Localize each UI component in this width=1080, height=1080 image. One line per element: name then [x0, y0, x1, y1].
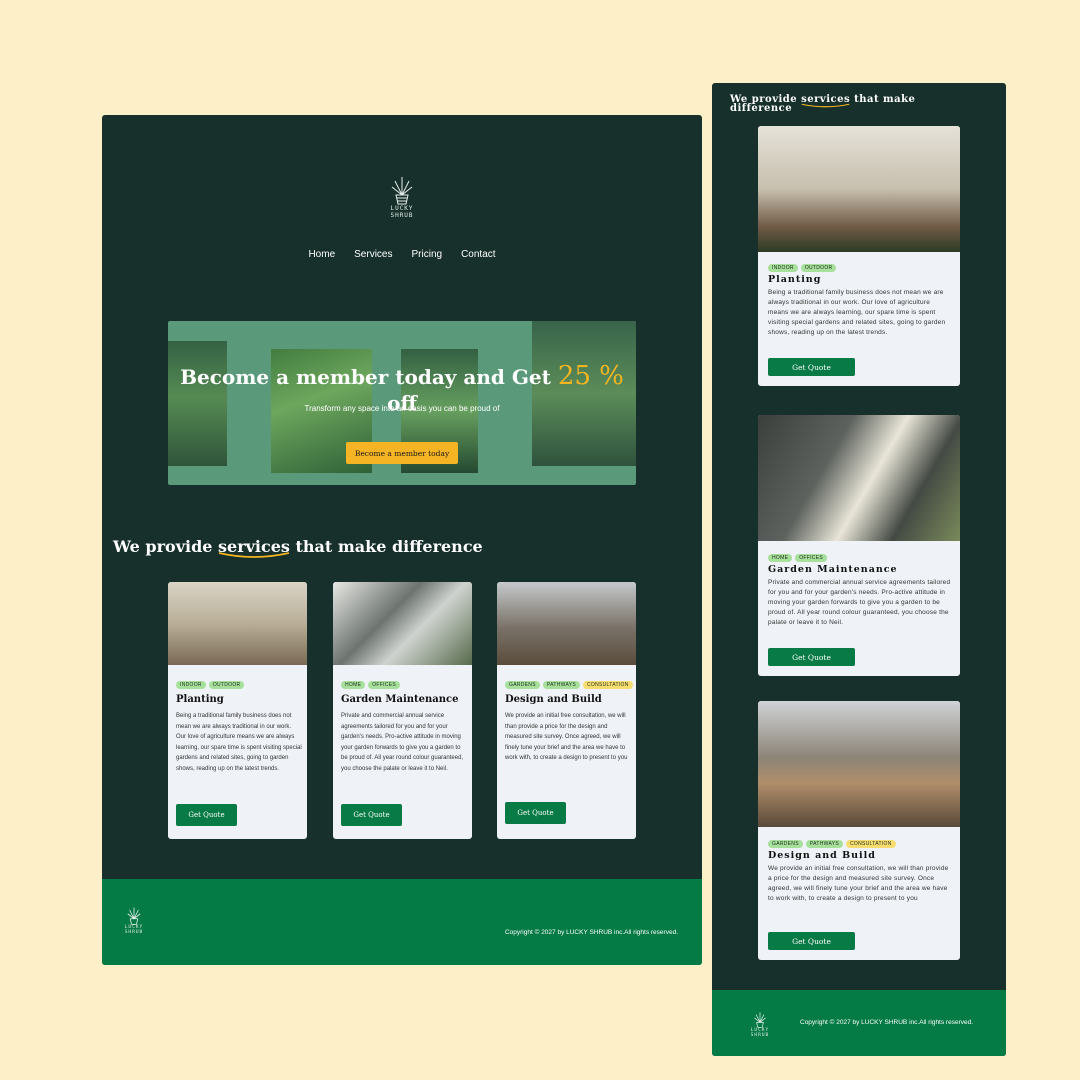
card-tags: GARDENS PATHWAYS CONSULTATION	[505, 681, 633, 689]
shrub-icon	[754, 1012, 766, 1028]
service-card-design-build: GARDENS PATHWAYS CONSULTATION Design and…	[497, 582, 636, 839]
tag: HOME	[341, 681, 366, 689]
brand-name-line1: LUCKY	[390, 205, 414, 212]
services-heading: We provide services that make difference	[730, 94, 916, 114]
greenhouse-photo	[497, 582, 636, 665]
brand-name-line2: SHRUB	[390, 212, 414, 219]
card-title: Planting	[176, 694, 224, 705]
services-heading: We provide services that make difference	[113, 537, 483, 558]
get-quote-button[interactable]: Get Quote	[176, 804, 237, 826]
planting-photo	[758, 126, 960, 252]
get-quote-button[interactable]: Get Quote	[768, 932, 855, 950]
garden-tools-photo	[333, 582, 472, 665]
tag: GARDENS	[505, 681, 540, 689]
card-title: Garden Maintenance	[768, 564, 898, 575]
copyright: Copyright © 2027 by LUCKY SHRUB inc.All …	[504, 929, 678, 936]
hero-subtitle: Transform any space into an oasis you ca…	[304, 404, 500, 413]
card-description: Being a traditional family business does…	[768, 289, 946, 337]
get-quote-button[interactable]: Get Quote	[505, 802, 566, 824]
footer-logo[interactable]: LUCKY SHRUB	[748, 1010, 772, 1038]
tag: OUTDOOR	[208, 681, 245, 689]
get-quote-button[interactable]: Get Quote	[341, 804, 402, 826]
card-tags: HOME OFFICES	[341, 681, 400, 689]
mobile-preview: We provide services that make difference…	[712, 83, 1006, 1056]
brand-logo[interactable]: LUCKY SHRUB	[386, 173, 418, 219]
shrub-icon	[391, 177, 413, 205]
garden-tools-photo	[758, 415, 960, 541]
card-tags: GARDENS PATHWAYS CONSULTATION	[768, 840, 896, 848]
underline-swoosh	[801, 103, 850, 108]
nav-services[interactable]: Services	[354, 249, 392, 260]
tag: INDOOR	[176, 681, 206, 689]
discount-percent: 25 %	[557, 361, 624, 391]
footer-logo[interactable]: LUCKY SHRUB	[122, 905, 146, 935]
card-description: Being a traditional family business does…	[176, 713, 302, 772]
card-description: We provide an initial free consultation,…	[768, 865, 949, 903]
tag: OUTDOOR	[800, 264, 837, 272]
tag: INDOOR	[768, 264, 798, 272]
tag: CONSULTATION	[846, 840, 896, 848]
nav-home[interactable]: Home	[308, 249, 335, 260]
tag: HOME	[768, 554, 793, 562]
service-card-garden-maintenance: HOME OFFICES Garden Maintenance Private …	[758, 415, 960, 676]
card-tags: INDOOR OUTDOOR	[768, 264, 837, 272]
get-quote-button[interactable]: Get Quote	[768, 648, 855, 666]
card-description: Private and commercial annual service ag…	[341, 713, 464, 772]
card-tags: HOME OFFICES	[768, 554, 827, 562]
tag: PATHWAYS	[805, 840, 843, 848]
service-card-planting: INDOOR OUTDOOR Planting Being a traditio…	[168, 582, 307, 839]
card-description: We provide an initial free consultation,…	[505, 713, 628, 761]
tag: PATHWAYS	[542, 681, 580, 689]
service-card-garden-maintenance: HOME OFFICES Garden Maintenance Private …	[333, 582, 472, 839]
tag: GARDENS	[768, 840, 803, 848]
tag: CONSULTATION	[583, 681, 633, 689]
card-title: Garden Maintenance	[341, 694, 459, 705]
nav-contact[interactable]: Contact	[461, 249, 495, 260]
planting-photo	[168, 582, 307, 665]
footer: LUCKY SHRUB Copyright © 2027 by LUCKY SH…	[712, 990, 1006, 1056]
get-quote-button[interactable]: Get Quote	[768, 358, 855, 376]
tag: OFFICES	[795, 554, 827, 562]
main-nav: Home Services Pricing Contact	[102, 249, 702, 260]
service-card-design-build: GARDENS PATHWAYS CONSULTATION Design and…	[758, 701, 960, 960]
card-title: Design and Build	[768, 850, 876, 861]
footer: LUCKY SHRUB Copyright © 2027 by LUCKY SH…	[102, 879, 702, 965]
service-card-planting: INDOOR OUTDOOR Planting Being a traditio…	[758, 126, 960, 386]
brand-name-line2: SHRUB	[124, 930, 144, 935]
copyright: Copyright © 2027 by LUCKY SHRUB inc.All …	[800, 1019, 974, 1026]
hero-banner: Become a member today and Get 25 % off T…	[168, 321, 636, 485]
become-member-button[interactable]: Become a member today	[346, 442, 458, 464]
card-description: Private and commercial annual service ag…	[768, 579, 951, 627]
underline-swoosh	[218, 552, 290, 558]
shrub-icon	[127, 907, 141, 925]
card-tags: INDOOR OUTDOOR	[176, 681, 245, 689]
card-title: Planting	[768, 274, 822, 285]
card-title: Design and Build	[505, 694, 602, 705]
brand-name-line2: SHRUB	[750, 1033, 770, 1038]
tag: OFFICES	[368, 681, 400, 689]
nav-pricing[interactable]: Pricing	[412, 249, 443, 260]
greenhouse-photo	[758, 701, 960, 827]
desktop-preview: LUCKY SHRUB Home Services Pricing Contac…	[102, 115, 702, 965]
